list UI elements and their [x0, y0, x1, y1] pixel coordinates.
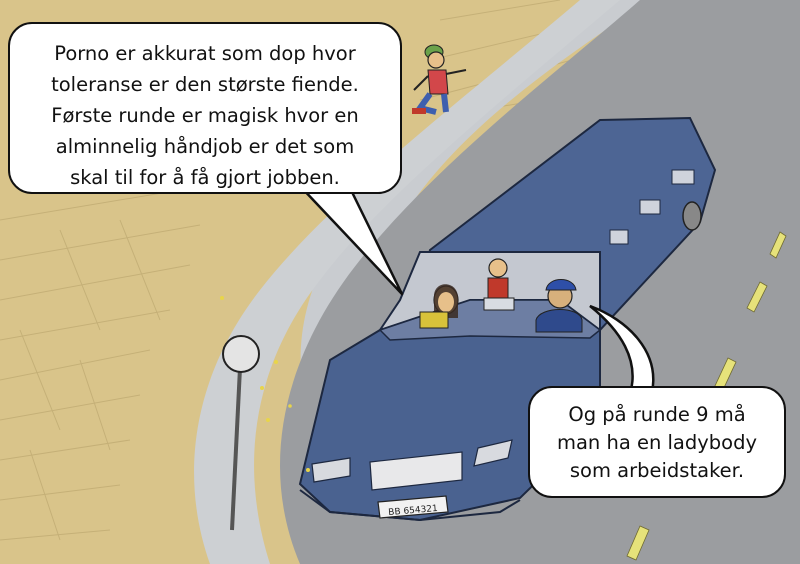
speech-line: Første runde er magisk hvor en — [51, 104, 359, 127]
speech-line: man ha en ladybody — [556, 431, 758, 454]
speech-line: alminnelig håndjob er det som — [55, 135, 355, 158]
speech-line: Og på runde 9 må — [568, 403, 746, 426]
speech-bubble-driver: Og på runde 9 må man ha en ladybody som … — [528, 386, 786, 498]
rear-wheel — [682, 201, 702, 231]
speech-line: Porno er akkurat som dop hvor — [54, 42, 356, 65]
speech-line: toleranse er den største fiende. — [51, 73, 359, 96]
speech-line: som arbeidstaker. — [569, 459, 745, 482]
comic-panel: BB 654321 Porno er akkurat som dop hvor … — [0, 0, 800, 564]
speech-bubble-woman: Porno er akkurat som dop hvor toleranse … — [8, 22, 402, 194]
speech-line: skal til for å få gjort jobben. — [70, 166, 340, 189]
